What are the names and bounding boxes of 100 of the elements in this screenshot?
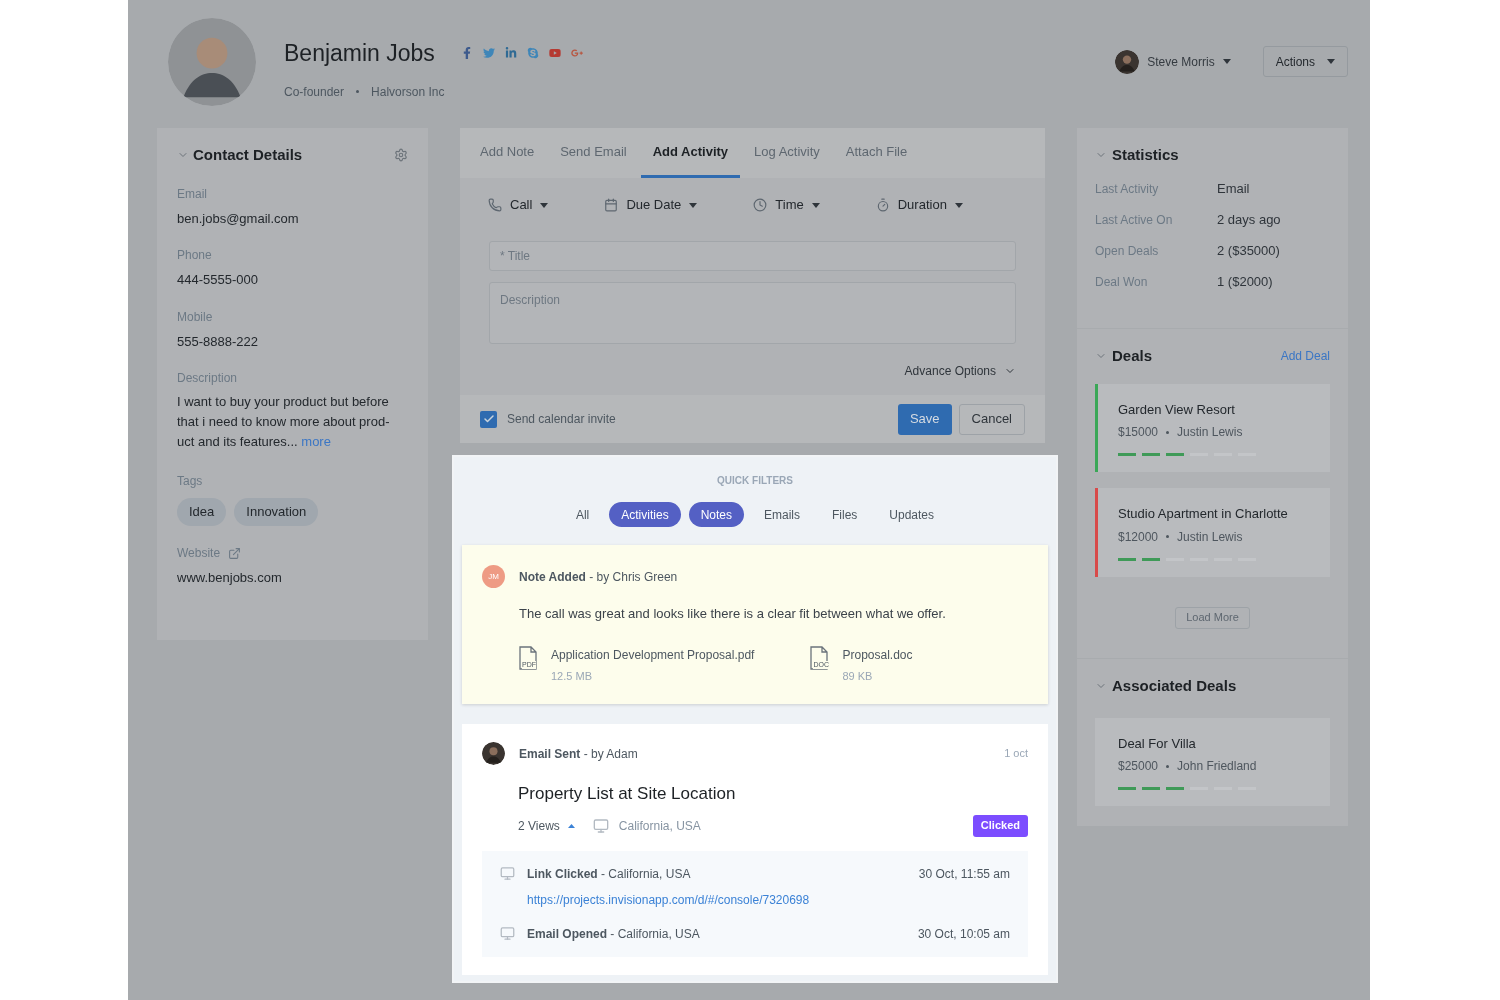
avatar-initials: JM xyxy=(482,565,505,588)
advance-options-toggle[interactable]: Advance Options xyxy=(904,362,1016,380)
actions-button[interactable]: Actions xyxy=(1262,46,1348,77)
section-title: QUICK FILTERS xyxy=(716,474,794,488)
field-value: 444-5555-000 xyxy=(177,271,259,289)
deal-name: Studio Apartment in Charlotte xyxy=(1118,505,1289,523)
calendar-invite-checkbox[interactable]: Send calendar invite xyxy=(480,410,616,428)
deal-owner: Justin Lewis xyxy=(1177,528,1243,546)
views-count[interactable]: 2 Views xyxy=(518,816,560,835)
monitor-icon xyxy=(500,865,515,881)
filter-pill[interactable]: Activities xyxy=(609,502,681,527)
tag[interactable]: Innovation xyxy=(234,498,319,526)
file-name[interactable]: Proposal.doc xyxy=(842,645,913,664)
description-text: I want to buy your product but before that i need to know more about prod-uct and its features... more xyxy=(177,393,391,451)
deal-amount: $12000 xyxy=(1118,528,1159,546)
field-label: Description xyxy=(177,370,239,387)
deal-amount: $15000 xyxy=(1118,424,1159,441)
settings-icon[interactable] xyxy=(394,148,408,163)
stat-value: 2 ($35000) xyxy=(1217,242,1280,261)
option-dropdown[interactable]: Call xyxy=(488,195,549,215)
checkbox[interactable] xyxy=(480,410,497,428)
file-name[interactable]: Application Development Proposal.pdf xyxy=(551,645,755,664)
email-heading: Email Sent - by Adam xyxy=(519,745,638,763)
check-icon xyxy=(482,413,495,425)
monitor-icon xyxy=(500,925,515,941)
document-icon xyxy=(519,645,537,670)
caret-icon xyxy=(1327,59,1335,64)
cancel-button[interactable]: Cancel xyxy=(958,403,1025,435)
stat-label: Last Activity xyxy=(1095,181,1160,198)
deal-name: Deal For Villa xyxy=(1118,734,1197,753)
save-button[interactable]: Save xyxy=(897,403,952,435)
note-heading: Note Added - by Chris Green xyxy=(519,568,678,586)
title-input[interactable]: * Title xyxy=(489,241,1016,271)
avatar xyxy=(482,742,505,765)
avatar xyxy=(1115,49,1140,74)
stat-value: 1 ($2000) xyxy=(1217,273,1273,292)
event-time: 30 Oct, 10:05 am xyxy=(917,925,1010,943)
caret-icon xyxy=(811,202,820,208)
stat-value: Email xyxy=(1217,180,1250,199)
field-label: Website xyxy=(177,545,221,562)
stat-label: Last Active On xyxy=(1095,212,1174,229)
external-link-icon[interactable] xyxy=(228,546,242,560)
deal-card[interactable]: Garden View Resort $15000 Justin Lewis xyxy=(1095,383,1330,472)
caret-icon xyxy=(954,202,963,208)
option-dropdown[interactable]: Duration xyxy=(875,195,963,215)
event-link[interactable]: https://projects.invisionapp.com/d/#/console/7320698 xyxy=(527,890,810,909)
tab[interactable]: Add Activity xyxy=(640,128,741,178)
caret-icon xyxy=(689,202,698,208)
deal-card[interactable]: Studio Apartment in Charlotte $12000 Justin Lewis xyxy=(1095,488,1330,577)
panel-title: Associated Deals xyxy=(1112,676,1237,696)
note-text: The call was great and looks like there is a clear fit between what we offer. xyxy=(519,605,947,623)
filter-pill[interactable]: Notes xyxy=(688,502,744,527)
skype-icon[interactable] xyxy=(526,47,539,60)
company-name: Halvorson Inc xyxy=(371,83,445,101)
field-label: Phone xyxy=(177,247,213,264)
timer-icon xyxy=(875,198,890,212)
caret-icon xyxy=(540,202,549,208)
youtube-icon[interactable] xyxy=(548,47,561,60)
event-heading: Link Clicked - California, USA xyxy=(527,865,692,883)
status-badge: Clicked xyxy=(972,814,1028,837)
location-text: California, USA xyxy=(618,817,701,835)
field-value: 555-8888-222 xyxy=(177,332,259,351)
panel-title: Statistics xyxy=(1112,145,1179,165)
phone-icon xyxy=(488,198,502,212)
filter-pill[interactable]: Files xyxy=(820,502,870,527)
calendar-icon xyxy=(604,198,619,212)
monitor-icon xyxy=(592,817,609,834)
field-value: www.benjobs.com xyxy=(177,569,283,587)
deal-name: Garden View Resort xyxy=(1118,400,1236,419)
clock-icon xyxy=(753,198,768,212)
job-title: Co-founder xyxy=(284,83,345,101)
document-icon xyxy=(810,645,829,670)
field-value: ben.jobs@gmail.com xyxy=(177,209,300,228)
stat-value: 2 days ago xyxy=(1217,211,1281,230)
linkedin-icon[interactable] xyxy=(504,47,517,60)
deal-owner: John Friedland xyxy=(1177,758,1257,775)
panel-title: Contact Details xyxy=(193,145,303,165)
option-dropdown[interactable]: Time xyxy=(753,195,820,215)
file-size: 12.5 MB xyxy=(551,668,593,684)
deal-owner: Justin Lewis xyxy=(1177,424,1243,441)
deal-card[interactable]: Deal For Villa $25000 John Friedland xyxy=(1095,717,1330,806)
field-label: Tags xyxy=(177,473,204,490)
caret-up-icon xyxy=(567,823,575,828)
panel-title: Deals xyxy=(1112,346,1153,366)
stat-label: Deal Won xyxy=(1095,274,1149,291)
email-subject: Property List at Site Location xyxy=(518,783,737,805)
twitter-icon[interactable] xyxy=(482,47,495,60)
file-size: 89 KB xyxy=(842,668,874,684)
filter-pill[interactable]: All xyxy=(563,502,602,527)
email-date: 1 oct xyxy=(1004,746,1028,762)
field-label: Mobile xyxy=(177,308,214,326)
caret-icon xyxy=(1222,59,1231,64)
description-input[interactable]: Description xyxy=(489,282,1016,344)
filter-pill[interactable]: Emails xyxy=(752,502,812,527)
user-menu[interactable]: Steve Morris xyxy=(1115,49,1231,74)
event-time: 30 Oct, 11:55 am xyxy=(918,865,1010,883)
event-heading: Email Opened - California, USA xyxy=(527,925,700,943)
option-dropdown[interactable]: Due Date xyxy=(604,195,698,215)
filter-pill[interactable]: Updates xyxy=(877,502,947,527)
tag[interactable]: Idea xyxy=(177,498,227,526)
